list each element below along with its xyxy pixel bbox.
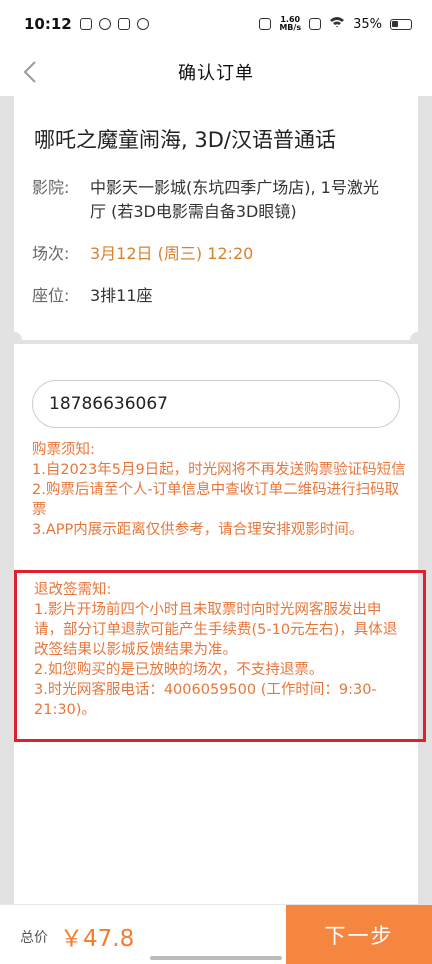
net-speed-unit: MB/s [279,23,302,32]
wifi-icon [329,16,345,32]
notification-icons [79,18,149,30]
app-notification-icon [79,18,92,30]
back-button[interactable] [14,56,46,88]
refund-highlight-frame [14,570,426,742]
session-label: 场次: [32,244,70,263]
app-notification-icon [98,18,111,30]
purchase-notice-item: 1.自2023年5月9日起，时光网将不再发送购票验证码短信 [32,462,406,478]
page-title: 确认订单 [178,63,254,84]
home-indicator[interactable] [150,956,282,960]
purchase-notice: 购票须知: 1.自2023年5月9日起，时光网将不再发送购票验证码短信 2.购票… [32,440,407,540]
session-value: 3月12日 (周三) 12:20 [90,244,254,263]
paw-icon [136,18,149,30]
cinema-row: 影院: 中影天一影城(东坑四季广场店), 1号激光厅 (若3D电影需自备3D眼镜… [32,176,400,224]
purchase-notice-title: 购票须知: [32,442,95,458]
seat-value: 3排11座 [90,286,153,305]
status-bar: 10:12 1.60 MB/s 35% [0,0,432,48]
bottom-bar: 总价 ￥47.8 下一步 [0,904,432,964]
cinema-label: 影院: [32,178,70,197]
battery-percent: 35% [353,16,382,32]
status-right: 1.60 MB/s 35% [259,16,412,32]
ticket-info: 哪吒之魔童闹海, 3D/汉语普通话 影院: 中影天一影城(东坑四季广场店), 1… [14,96,418,340]
status-time: 10:12 [24,15,72,33]
next-step-button[interactable]: 下一步 [286,905,432,964]
seat-row: 座位: 3排11座 [32,284,400,308]
vibrate-icon [259,18,272,30]
chevron-left-icon [23,61,36,83]
purchase-notice-item: 3.APP内展示距离仅供参考，请合理安排观影时间。 [32,522,364,538]
net-speed: 1.60 MB/s [279,16,301,32]
seat-label: 座位: [32,286,70,305]
battery-icon [390,18,412,30]
tiktok-icon [117,18,130,30]
phone-input[interactable] [32,380,400,428]
ticket-card: 哪吒之魔童闹海, 3D/汉语普通话 影院: 中影天一影城(东坑四季广场店), 1… [14,96,418,340]
purchase-notice-item: 2.购票后请至个人-订单信息中查收订单二维码进行扫码取票 [32,482,400,518]
cinema-value: 中影天一影城(东坑四季广场店), 1号激光厅 (若3D电影需自备3D眼镜) [90,178,379,221]
no-sim-icon [309,18,322,30]
session-row: 场次: 3月12日 (周三) 12:20 [32,242,400,266]
total-price: ￥47.8 [60,926,135,952]
nav-bar: 确认订单 [0,48,432,96]
total-label: 总价 [20,930,48,946]
movie-title: 哪吒之魔童闹海, 3D/汉语普通话 [34,128,336,152]
